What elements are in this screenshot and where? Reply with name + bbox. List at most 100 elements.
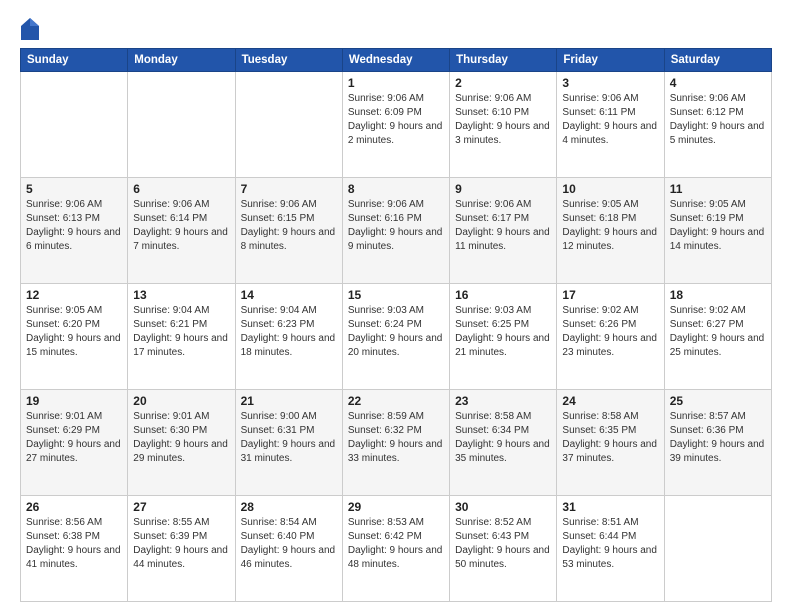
calendar-cell: 17 Sunrise: 9:02 AM Sunset: 6:26 PM Dayli… — [557, 284, 664, 390]
weekday-header-sunday: Sunday — [21, 49, 128, 72]
logo-icon — [21, 18, 39, 40]
day-info: Sunrise: 9:01 AM Sunset: 6:30 PM Dayligh… — [133, 410, 229, 466]
weekday-header-wednesday: Wednesday — [342, 49, 449, 72]
day-info: Sunrise: 9:05 AM Sunset: 6:19 PM Dayligh… — [670, 198, 766, 254]
day-number: 17 — [562, 288, 658, 302]
calendar: SundayMondayTuesdayWednesdayThursdayFrid… — [20, 48, 772, 602]
day-number: 2 — [455, 76, 551, 90]
day-number: 16 — [455, 288, 551, 302]
weekday-header-row: SundayMondayTuesdayWednesdayThursdayFrid… — [21, 49, 772, 72]
day-number: 6 — [133, 182, 229, 196]
week-row-2: 5 Sunrise: 9:06 AM Sunset: 6:13 PM Daylig… — [21, 178, 772, 284]
weekday-header-monday: Monday — [128, 49, 235, 72]
day-info: Sunrise: 9:03 AM Sunset: 6:24 PM Dayligh… — [348, 304, 444, 360]
day-info: Sunrise: 9:05 AM Sunset: 6:20 PM Dayligh… — [26, 304, 122, 360]
calendar-cell: 25 Sunrise: 8:57 AM Sunset: 6:36 PM Dayli… — [664, 390, 771, 496]
day-number: 20 — [133, 394, 229, 408]
calendar-cell: 2 Sunrise: 9:06 AM Sunset: 6:10 PM Daylig… — [450, 72, 557, 178]
day-number: 10 — [562, 182, 658, 196]
day-info: Sunrise: 8:51 AM Sunset: 6:44 PM Dayligh… — [562, 516, 658, 572]
day-number: 18 — [670, 288, 766, 302]
day-info: Sunrise: 8:56 AM Sunset: 6:38 PM Dayligh… — [26, 516, 122, 572]
day-number: 4 — [670, 76, 766, 90]
calendar-cell: 14 Sunrise: 9:04 AM Sunset: 6:23 PM Dayli… — [235, 284, 342, 390]
calendar-cell: 20 Sunrise: 9:01 AM Sunset: 6:30 PM Dayli… — [128, 390, 235, 496]
day-number: 29 — [348, 500, 444, 514]
day-info: Sunrise: 8:58 AM Sunset: 6:34 PM Dayligh… — [455, 410, 551, 466]
day-number: 27 — [133, 500, 229, 514]
calendar-cell — [21, 72, 128, 178]
calendar-cell: 30 Sunrise: 8:52 AM Sunset: 6:43 PM Dayli… — [450, 496, 557, 602]
day-number: 13 — [133, 288, 229, 302]
day-info: Sunrise: 9:04 AM Sunset: 6:21 PM Dayligh… — [133, 304, 229, 360]
week-row-3: 12 Sunrise: 9:05 AM Sunset: 6:20 PM Dayli… — [21, 284, 772, 390]
calendar-cell: 28 Sunrise: 8:54 AM Sunset: 6:40 PM Dayli… — [235, 496, 342, 602]
calendar-cell: 5 Sunrise: 9:06 AM Sunset: 6:13 PM Daylig… — [21, 178, 128, 284]
calendar-cell: 23Sunrise: 8:58 AM Sunset: 6:34 PM Dayli… — [450, 390, 557, 496]
page: SundayMondayTuesdayWednesdayThursdayFrid… — [0, 0, 792, 612]
day-info: Sunrise: 8:57 AM Sunset: 6:36 PM Dayligh… — [670, 410, 766, 466]
day-info: Sunrise: 9:06 AM Sunset: 6:15 PM Dayligh… — [241, 198, 337, 254]
day-info: Sunrise: 9:06 AM Sunset: 6:10 PM Dayligh… — [455, 92, 551, 148]
header — [20, 18, 772, 38]
calendar-cell: 8 Sunrise: 9:06 AM Sunset: 6:16 PM Daylig… — [342, 178, 449, 284]
day-number: 5 — [26, 182, 122, 196]
calendar-cell: 27 Sunrise: 8:55 AM Sunset: 6:39 PM Dayli… — [128, 496, 235, 602]
day-info: Sunrise: 8:58 AM Sunset: 6:35 PM Dayligh… — [562, 410, 658, 466]
calendar-cell — [664, 496, 771, 602]
calendar-cell: 3 Sunrise: 9:06 AM Sunset: 6:11 PM Daylig… — [557, 72, 664, 178]
day-info: Sunrise: 9:06 AM Sunset: 6:16 PM Dayligh… — [348, 198, 444, 254]
day-number: 15 — [348, 288, 444, 302]
weekday-header-tuesday: Tuesday — [235, 49, 342, 72]
day-number: 21 — [241, 394, 337, 408]
week-row-5: 26Sunrise: 8:56 AM Sunset: 6:38 PM Dayli… — [21, 496, 772, 602]
day-info: Sunrise: 9:06 AM Sunset: 6:09 PM Dayligh… — [348, 92, 444, 148]
day-number: 14 — [241, 288, 337, 302]
day-number: 11 — [670, 182, 766, 196]
calendar-cell: 4 Sunrise: 9:06 AM Sunset: 6:12 PM Daylig… — [664, 72, 771, 178]
calendar-cell: 31Sunrise: 8:51 AM Sunset: 6:44 PM Dayli… — [557, 496, 664, 602]
day-info: Sunrise: 9:06 AM Sunset: 6:12 PM Dayligh… — [670, 92, 766, 148]
day-info: Sunrise: 9:04 AM Sunset: 6:23 PM Dayligh… — [241, 304, 337, 360]
calendar-cell: 22 Sunrise: 8:59 AM Sunset: 6:32 PM Dayli… — [342, 390, 449, 496]
day-number: 3 — [562, 76, 658, 90]
calendar-cell: 21Sunrise: 9:00 AM Sunset: 6:31 PM Dayli… — [235, 390, 342, 496]
calendar-cell: 18Sunrise: 9:02 AM Sunset: 6:27 PM Dayli… — [664, 284, 771, 390]
week-row-4: 19Sunrise: 9:01 AM Sunset: 6:29 PM Dayli… — [21, 390, 772, 496]
calendar-cell: 1 Sunrise: 9:06 AM Sunset: 6:09 PM Daylig… — [342, 72, 449, 178]
day-number: 28 — [241, 500, 337, 514]
week-row-1: 1 Sunrise: 9:06 AM Sunset: 6:09 PM Daylig… — [21, 72, 772, 178]
calendar-cell: 19Sunrise: 9:01 AM Sunset: 6:29 PM Dayli… — [21, 390, 128, 496]
day-number: 8 — [348, 182, 444, 196]
day-info: Sunrise: 8:59 AM Sunset: 6:32 PM Dayligh… — [348, 410, 444, 466]
calendar-cell: 13 Sunrise: 9:04 AM Sunset: 6:21 PM Dayli… — [128, 284, 235, 390]
calendar-cell: 15 Sunrise: 9:03 AM Sunset: 6:24 PM Dayli… — [342, 284, 449, 390]
day-number: 25 — [670, 394, 766, 408]
day-number: 1 — [348, 76, 444, 90]
day-number: 30 — [455, 500, 551, 514]
calendar-cell: 16 Sunrise: 9:03 AM Sunset: 6:25 PM Dayli… — [450, 284, 557, 390]
day-number: 9 — [455, 182, 551, 196]
day-info: Sunrise: 9:06 AM Sunset: 6:14 PM Dayligh… — [133, 198, 229, 254]
day-info: Sunrise: 9:06 AM Sunset: 6:13 PM Dayligh… — [26, 198, 122, 254]
day-number: 12 — [26, 288, 122, 302]
day-info: Sunrise: 9:06 AM Sunset: 6:17 PM Dayligh… — [455, 198, 551, 254]
day-number: 22 — [348, 394, 444, 408]
calendar-cell: 6 Sunrise: 9:06 AM Sunset: 6:14 PM Daylig… — [128, 178, 235, 284]
logo — [20, 18, 41, 38]
day-info: Sunrise: 8:53 AM Sunset: 6:42 PM Dayligh… — [348, 516, 444, 572]
calendar-body: 1 Sunrise: 9:06 AM Sunset: 6:09 PM Daylig… — [21, 72, 772, 602]
calendar-cell: 10 Sunrise: 9:05 AM Sunset: 6:18 PM Dayli… — [557, 178, 664, 284]
calendar-cell: 7 Sunrise: 9:06 AM Sunset: 6:15 PM Daylig… — [235, 178, 342, 284]
calendar-cell: 11 Sunrise: 9:05 AM Sunset: 6:19 PM Dayli… — [664, 178, 771, 284]
day-info: Sunrise: 8:52 AM Sunset: 6:43 PM Dayligh… — [455, 516, 551, 572]
day-info: Sunrise: 8:55 AM Sunset: 6:39 PM Dayligh… — [133, 516, 229, 572]
day-info: Sunrise: 8:54 AM Sunset: 6:40 PM Dayligh… — [241, 516, 337, 572]
day-info: Sunrise: 9:06 AM Sunset: 6:11 PM Dayligh… — [562, 92, 658, 148]
day-info: Sunrise: 9:03 AM Sunset: 6:25 PM Dayligh… — [455, 304, 551, 360]
day-info: Sunrise: 9:05 AM Sunset: 6:18 PM Dayligh… — [562, 198, 658, 254]
day-number: 7 — [241, 182, 337, 196]
calendar-cell: 12 Sunrise: 9:05 AM Sunset: 6:20 PM Dayli… — [21, 284, 128, 390]
day-info: Sunrise: 9:02 AM Sunset: 6:26 PM Dayligh… — [562, 304, 658, 360]
calendar-cell: 26Sunrise: 8:56 AM Sunset: 6:38 PM Dayli… — [21, 496, 128, 602]
